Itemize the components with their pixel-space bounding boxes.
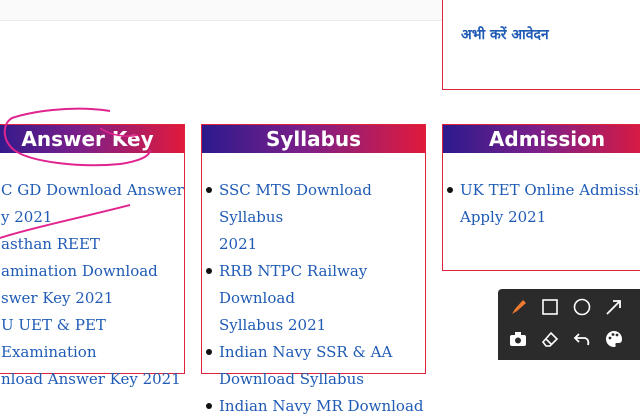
admission-list: UK TET Online Admission Apply 2021	[447, 177, 640, 231]
answer-key-box: Answer Key C GD Download Answer y 2021 a…	[0, 124, 185, 388]
list-item-cont[interactable]: nload Answer Key 2021	[1, 366, 184, 393]
camera-icon[interactable]	[506, 327, 530, 351]
list-item[interactable]: asthan REET	[1, 231, 184, 258]
syllabus-header: Syllabus	[202, 125, 425, 153]
list-item-cont[interactable]: Apply 2021	[460, 204, 640, 231]
list-item-cont[interactable]: 2021	[219, 231, 425, 258]
answer-key-list: C GD Download Answer y 2021 asthan REET …	[1, 177, 184, 393]
admission-header: Admission	[443, 125, 640, 153]
list-item[interactable]: U UET & PET Examination	[1, 312, 184, 366]
list-item-cont[interactable]: swer Key 2021	[1, 285, 184, 312]
list-item[interactable]: Indian Navy SSR & AA	[206, 339, 425, 366]
syllabus-box: Syllabus SSC MTS Download Syllabus 2021 …	[201, 124, 426, 415]
list-item[interactable]: RRB NTPC Railway Download	[206, 258, 425, 312]
syllabus-list: SSC MTS Download Syllabus 2021 RRB NTPC …	[206, 177, 425, 420]
circle-icon[interactable]	[570, 295, 594, 319]
list-item-cont[interactable]: y 2021	[1, 204, 184, 231]
apply-now-link[interactable]: अभी करें आवेदन	[461, 25, 549, 44]
answer-key-header: Answer Key	[0, 125, 184, 153]
list-item[interactable]: SSC MTS Download Syllabus	[206, 177, 425, 231]
apply-box: अभी करें आवेदन	[442, 0, 640, 90]
arrow-icon[interactable]	[602, 295, 626, 319]
undo-icon[interactable]	[570, 327, 594, 351]
annotation-toolbar	[498, 289, 640, 360]
eraser-icon[interactable]	[538, 327, 562, 351]
list-item-cont[interactable]: Download Syllabus	[219, 366, 425, 393]
list-item-cont[interactable]: Syllabus 2021	[219, 312, 425, 339]
list-item[interactable]: Indian Navy MR Download	[206, 393, 425, 420]
rectangle-icon[interactable]	[538, 295, 562, 319]
list-item-cont[interactable]: amination Download	[1, 258, 184, 285]
list-item[interactable]: UK TET Online Admission	[447, 177, 640, 204]
pen-icon[interactable]	[506, 295, 530, 319]
list-item[interactable]: C GD Download Answer	[1, 177, 184, 204]
admission-box: Admission UK TET Online Admission Apply …	[442, 124, 640, 271]
palette-icon[interactable]	[602, 327, 626, 351]
